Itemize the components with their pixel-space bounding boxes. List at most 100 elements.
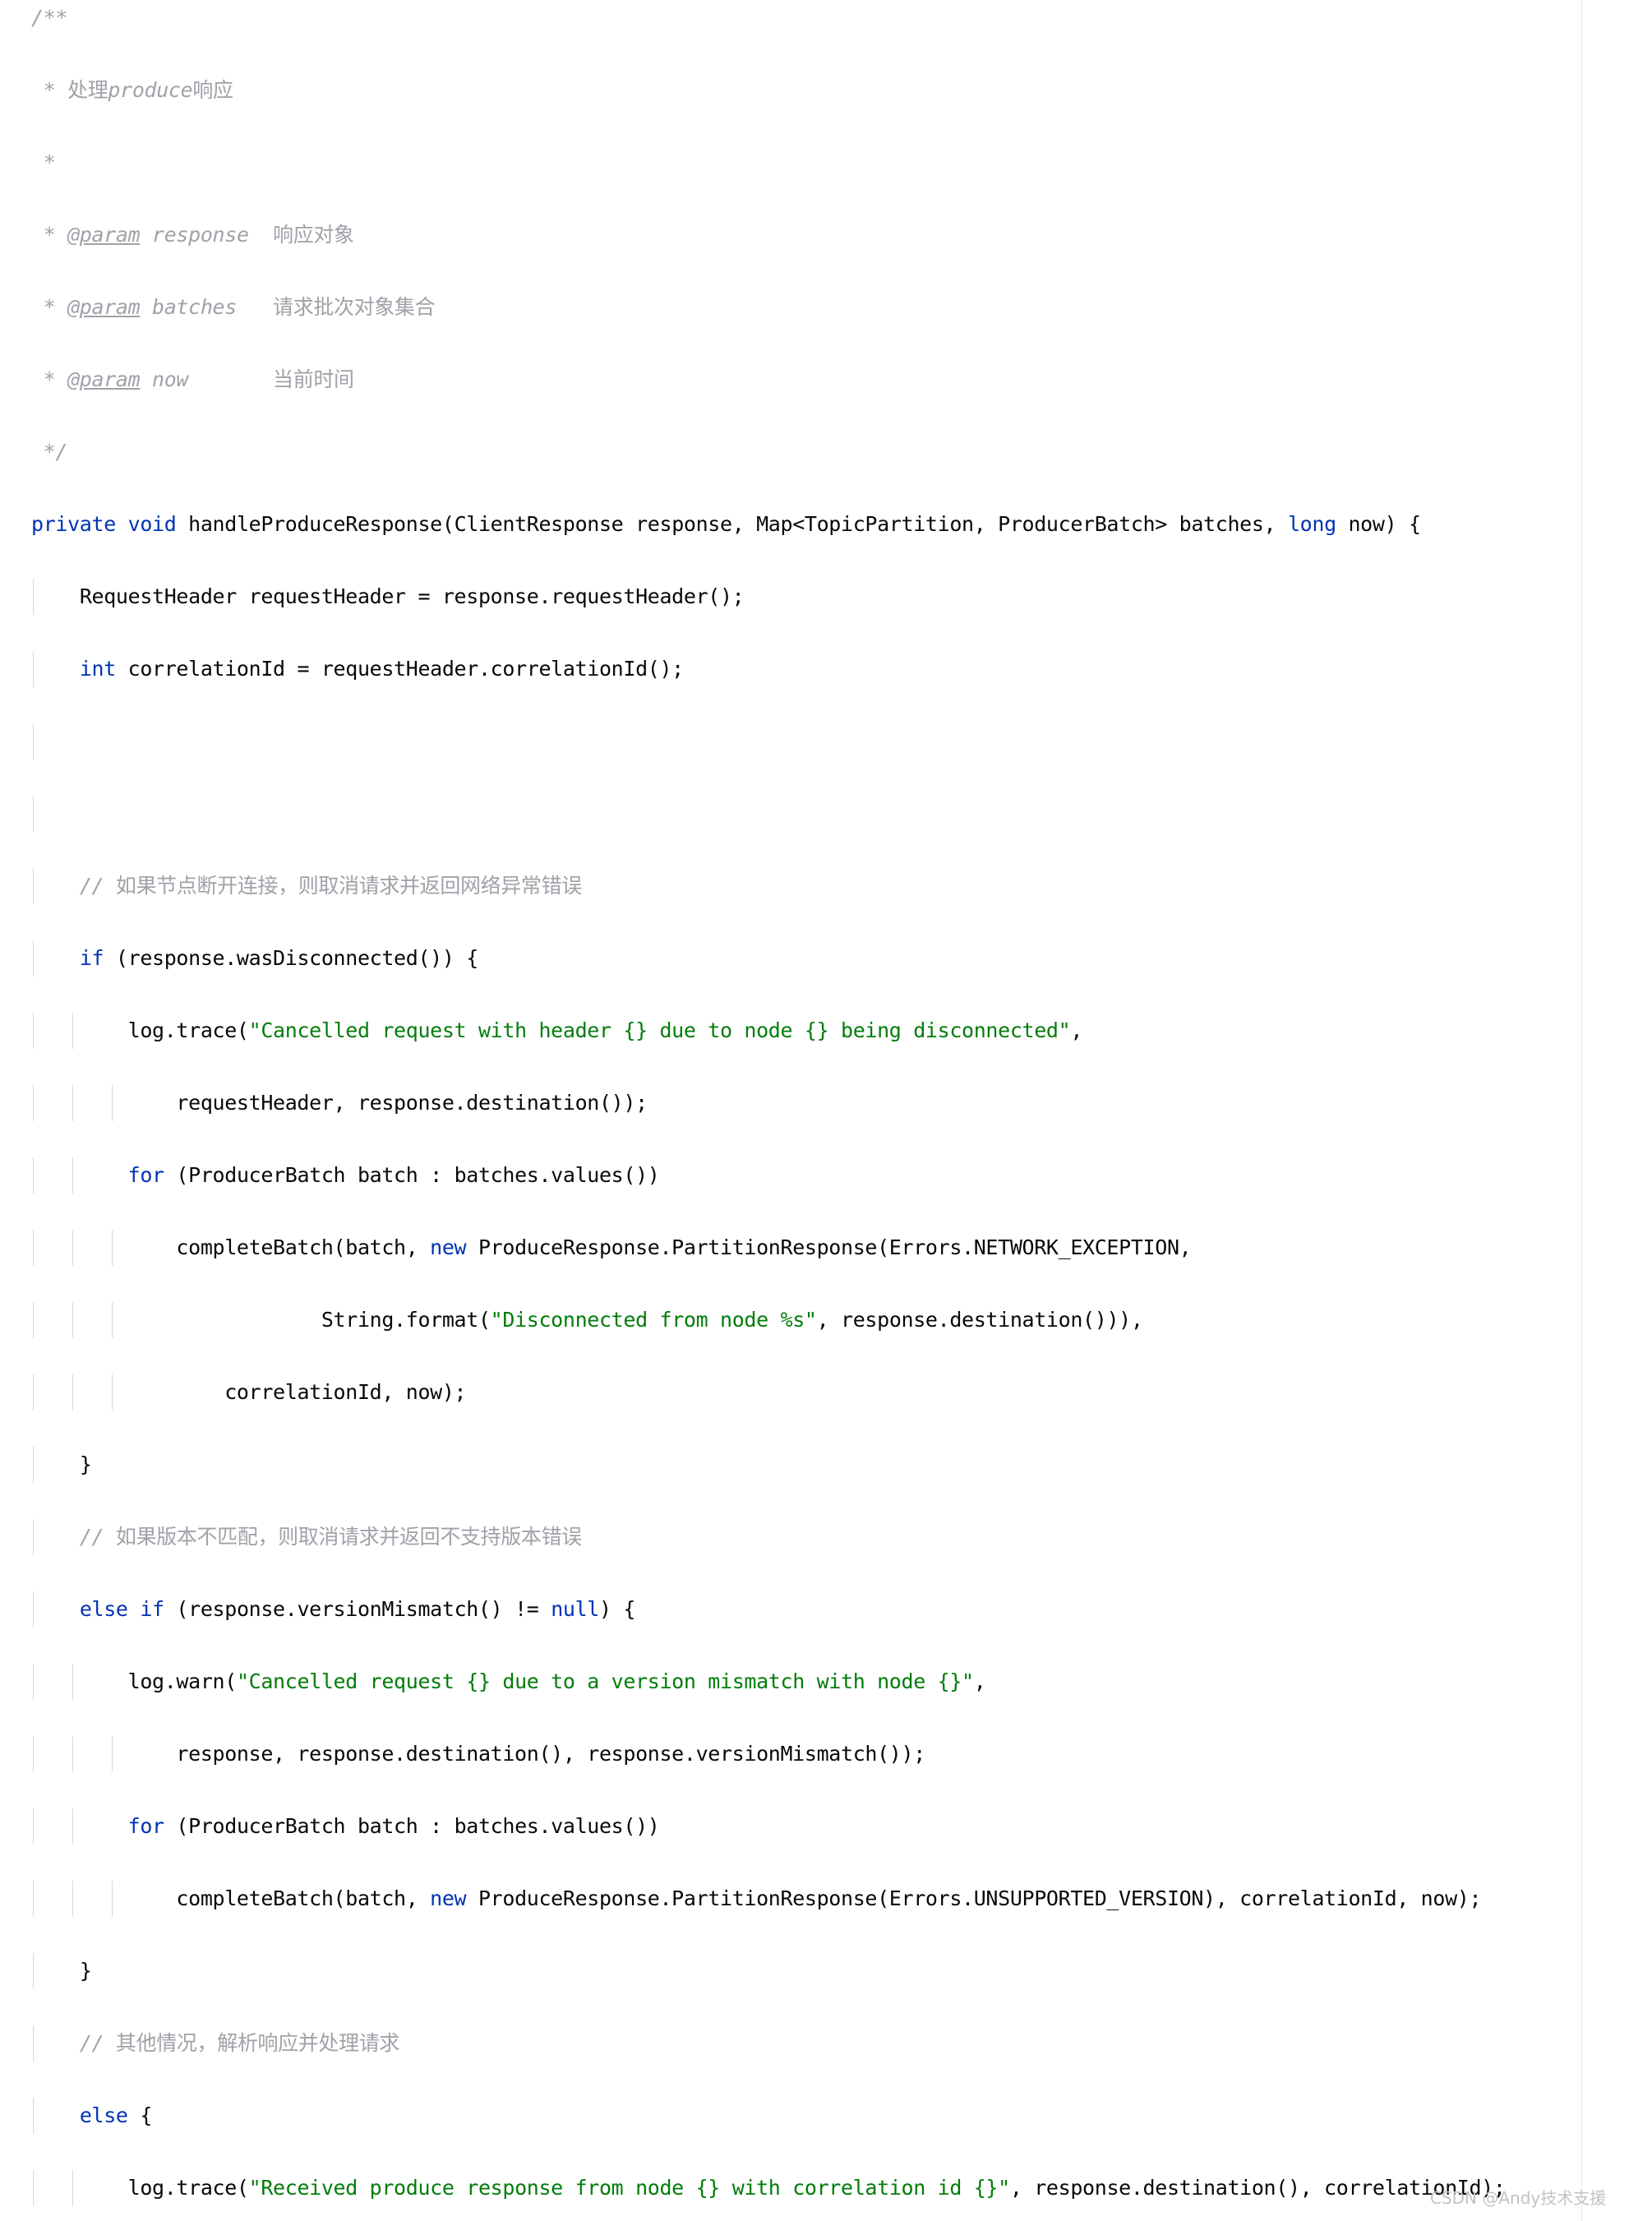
code-token: (ProducerBatch batch : batches.values()) (164, 1814, 660, 1838)
code-token: completeBatch(batch, (176, 1235, 431, 1259)
code-line-text: /** (31, 6, 67, 30)
code-line[interactable]: log.trace("Received produce response fro… (0, 2170, 1652, 2206)
code-token: 当前时间 (273, 367, 354, 391)
code-line-text: log.warn("Cancelled request {} due to a … (31, 1669, 986, 1693)
code-token: * (31, 78, 68, 102)
code-token: "Cancelled request {} due to a version m… (236, 1669, 974, 1693)
code-line[interactable]: } (0, 1953, 1652, 1989)
code-token: } (79, 1959, 92, 1983)
code-line-text: response, response.destination(), respon… (31, 1742, 925, 1766)
code-token: */ (31, 440, 68, 464)
code-token: (response.versionMismatch() != (164, 1597, 551, 1621)
code-line[interactable]: if (response.wasDisconnected()) { (0, 940, 1652, 977)
code-line[interactable]: else { (0, 2098, 1652, 2134)
code-line-text: requestHeader, response.destination()); (31, 1091, 648, 1115)
code-line-text: log.trace("Cancelled request with header… (31, 1018, 1083, 1042)
code-line[interactable]: completeBatch(batch, new ProduceResponse… (0, 1881, 1652, 1917)
code-line[interactable]: log.trace("Cancelled request with header… (0, 1013, 1652, 1049)
code-line-text: else { (31, 2103, 153, 2127)
code-token: log.trace( (127, 2176, 249, 2200)
code-line-text: * (31, 150, 56, 174)
code-line[interactable]: private void handleProduceResponse(Clien… (0, 506, 1652, 543)
code-line-text: */ (31, 440, 68, 464)
code-token: String.format( (321, 1308, 491, 1332)
code-token: now (140, 367, 274, 391)
code-line[interactable]: * @param batches 请求批次对象集合 (0, 289, 1652, 326)
code-token: "Cancelled request with header {} due to… (248, 1018, 1071, 1042)
code-line-text: * @param response 响应对象 (31, 223, 354, 247)
code-line[interactable]: String.format("Disconnected from node %s… (0, 1302, 1652, 1338)
code-token: * (31, 295, 68, 319)
code-line[interactable]: response, response.destination(), respon… (0, 1736, 1652, 1772)
code-line[interactable] (0, 723, 1652, 760)
csdn-watermark: CSDN @Andy技术支援 (1430, 2188, 1607, 2208)
code-token: now) { (1336, 512, 1421, 536)
code-token: @param (67, 295, 141, 319)
code-line[interactable]: */ (0, 434, 1652, 470)
code-line[interactable]: // 如果节点断开连接，则取消请求并返回网络异常错误 (0, 868, 1652, 904)
code-line[interactable]: } (0, 1447, 1652, 1483)
code-token: * (31, 367, 68, 391)
code-line-text: } (31, 1452, 92, 1476)
code-token: @param (67, 367, 141, 391)
code-token: , (1070, 1018, 1083, 1042)
code-token: completeBatch(batch, (176, 1886, 431, 1910)
code-screenshot-page: /** * 处理produce响应 * * @param response 响应… (0, 0, 1652, 2221)
code-line-text: log.trace("Received produce response fro… (31, 2176, 1506, 2200)
code-token: , (973, 1669, 986, 1693)
code-token: 处理 (67, 78, 108, 102)
code-line[interactable] (0, 796, 1652, 832)
code-line[interactable]: correlationId, now); (0, 1374, 1652, 1411)
code-line-text: else if (response.versionMismatch() != n… (31, 1597, 636, 1621)
code-line[interactable]: * 处理produce响应 (0, 72, 1652, 109)
code-line[interactable]: * @param now 当前时间 (0, 362, 1652, 398)
code-token: response, response.destination(), respon… (176, 1742, 925, 1766)
code-line[interactable]: // 其他情况，解析响应并处理请求 (0, 2025, 1652, 2062)
code-line[interactable]: completeBatch(batch, new ProduceResponse… (0, 1230, 1652, 1266)
code-token: { (127, 2103, 153, 2127)
code-line-text: * @param batches 请求批次对象集合 (31, 295, 436, 319)
code-token: log.trace( (127, 1018, 249, 1042)
code-token: /** (31, 6, 68, 30)
code-line-text: private void handleProduceResponse(Clien… (31, 512, 1421, 536)
code-token: handleProduceResponse(ClientResponse res… (176, 512, 1288, 536)
code-token: (response.wasDisconnected()) { (104, 946, 478, 970)
code-line[interactable]: log.warn("Cancelled request {} due to a … (0, 1664, 1652, 1700)
code-line[interactable]: for (ProducerBatch batch : batches.value… (0, 1157, 1652, 1194)
code-token: requestHeader, response.destination()); (176, 1091, 648, 1115)
code-token: 如果版本不匹配，则取消请求并返回不支持版本错误 (115, 1525, 582, 1549)
code-token: correlationId, now); (224, 1380, 467, 1404)
code-line-text: for (ProducerBatch batch : batches.value… (31, 1163, 660, 1187)
code-line-text: completeBatch(batch, new ProduceResponse… (31, 1235, 1191, 1259)
code-token: (ProducerBatch batch : batches.values()) (164, 1163, 660, 1187)
code-token: for (127, 1814, 164, 1838)
code-editor-viewport[interactable]: /** * 处理produce响应 * * @param response 响应… (0, 0, 1652, 2221)
code-token: if (79, 946, 104, 970)
code-line[interactable]: else if (response.versionMismatch() != n… (0, 1591, 1652, 1628)
code-token: 其他情况，解析响应并处理请求 (115, 2031, 400, 2055)
code-token: else (79, 2103, 128, 2127)
code-token: correlationId = requestHeader.correlatio… (115, 657, 685, 681)
code-line[interactable]: * (0, 145, 1652, 181)
code-line[interactable]: requestHeader, response.destination()); (0, 1085, 1652, 1121)
code-token: batches (140, 295, 274, 319)
code-token: } (79, 1452, 92, 1476)
code-token: * (31, 150, 56, 174)
code-token: ProduceResponse.PartitionResponse(Errors… (466, 1235, 1192, 1259)
code-line[interactable]: int correlationId = requestHeader.correl… (0, 651, 1652, 687)
code-token: "Disconnected from node %s" (490, 1308, 817, 1332)
code-line[interactable]: // 如果版本不匹配，则取消请求并返回不支持版本错误 (0, 1519, 1652, 1555)
code-line[interactable]: * @param response 响应对象 (0, 217, 1652, 253)
code-line-text: RequestHeader requestHeader = response.r… (31, 584, 745, 608)
code-line[interactable]: /** (0, 0, 1652, 36)
code-line[interactable]: RequestHeader requestHeader = response.r… (0, 579, 1652, 615)
code-line-text: // 其他情况，解析响应并处理请求 (31, 2031, 400, 2055)
code-token: 请求批次对象集合 (273, 295, 436, 319)
code-line-text: // 如果节点断开连接，则取消请求并返回网络异常错误 (31, 874, 582, 898)
code-line-text: * @param now 当前时间 (31, 367, 354, 391)
code-line[interactable]: for (ProducerBatch batch : batches.value… (0, 1808, 1652, 1845)
code-token: // (79, 874, 116, 898)
code-token: null (551, 1597, 599, 1621)
